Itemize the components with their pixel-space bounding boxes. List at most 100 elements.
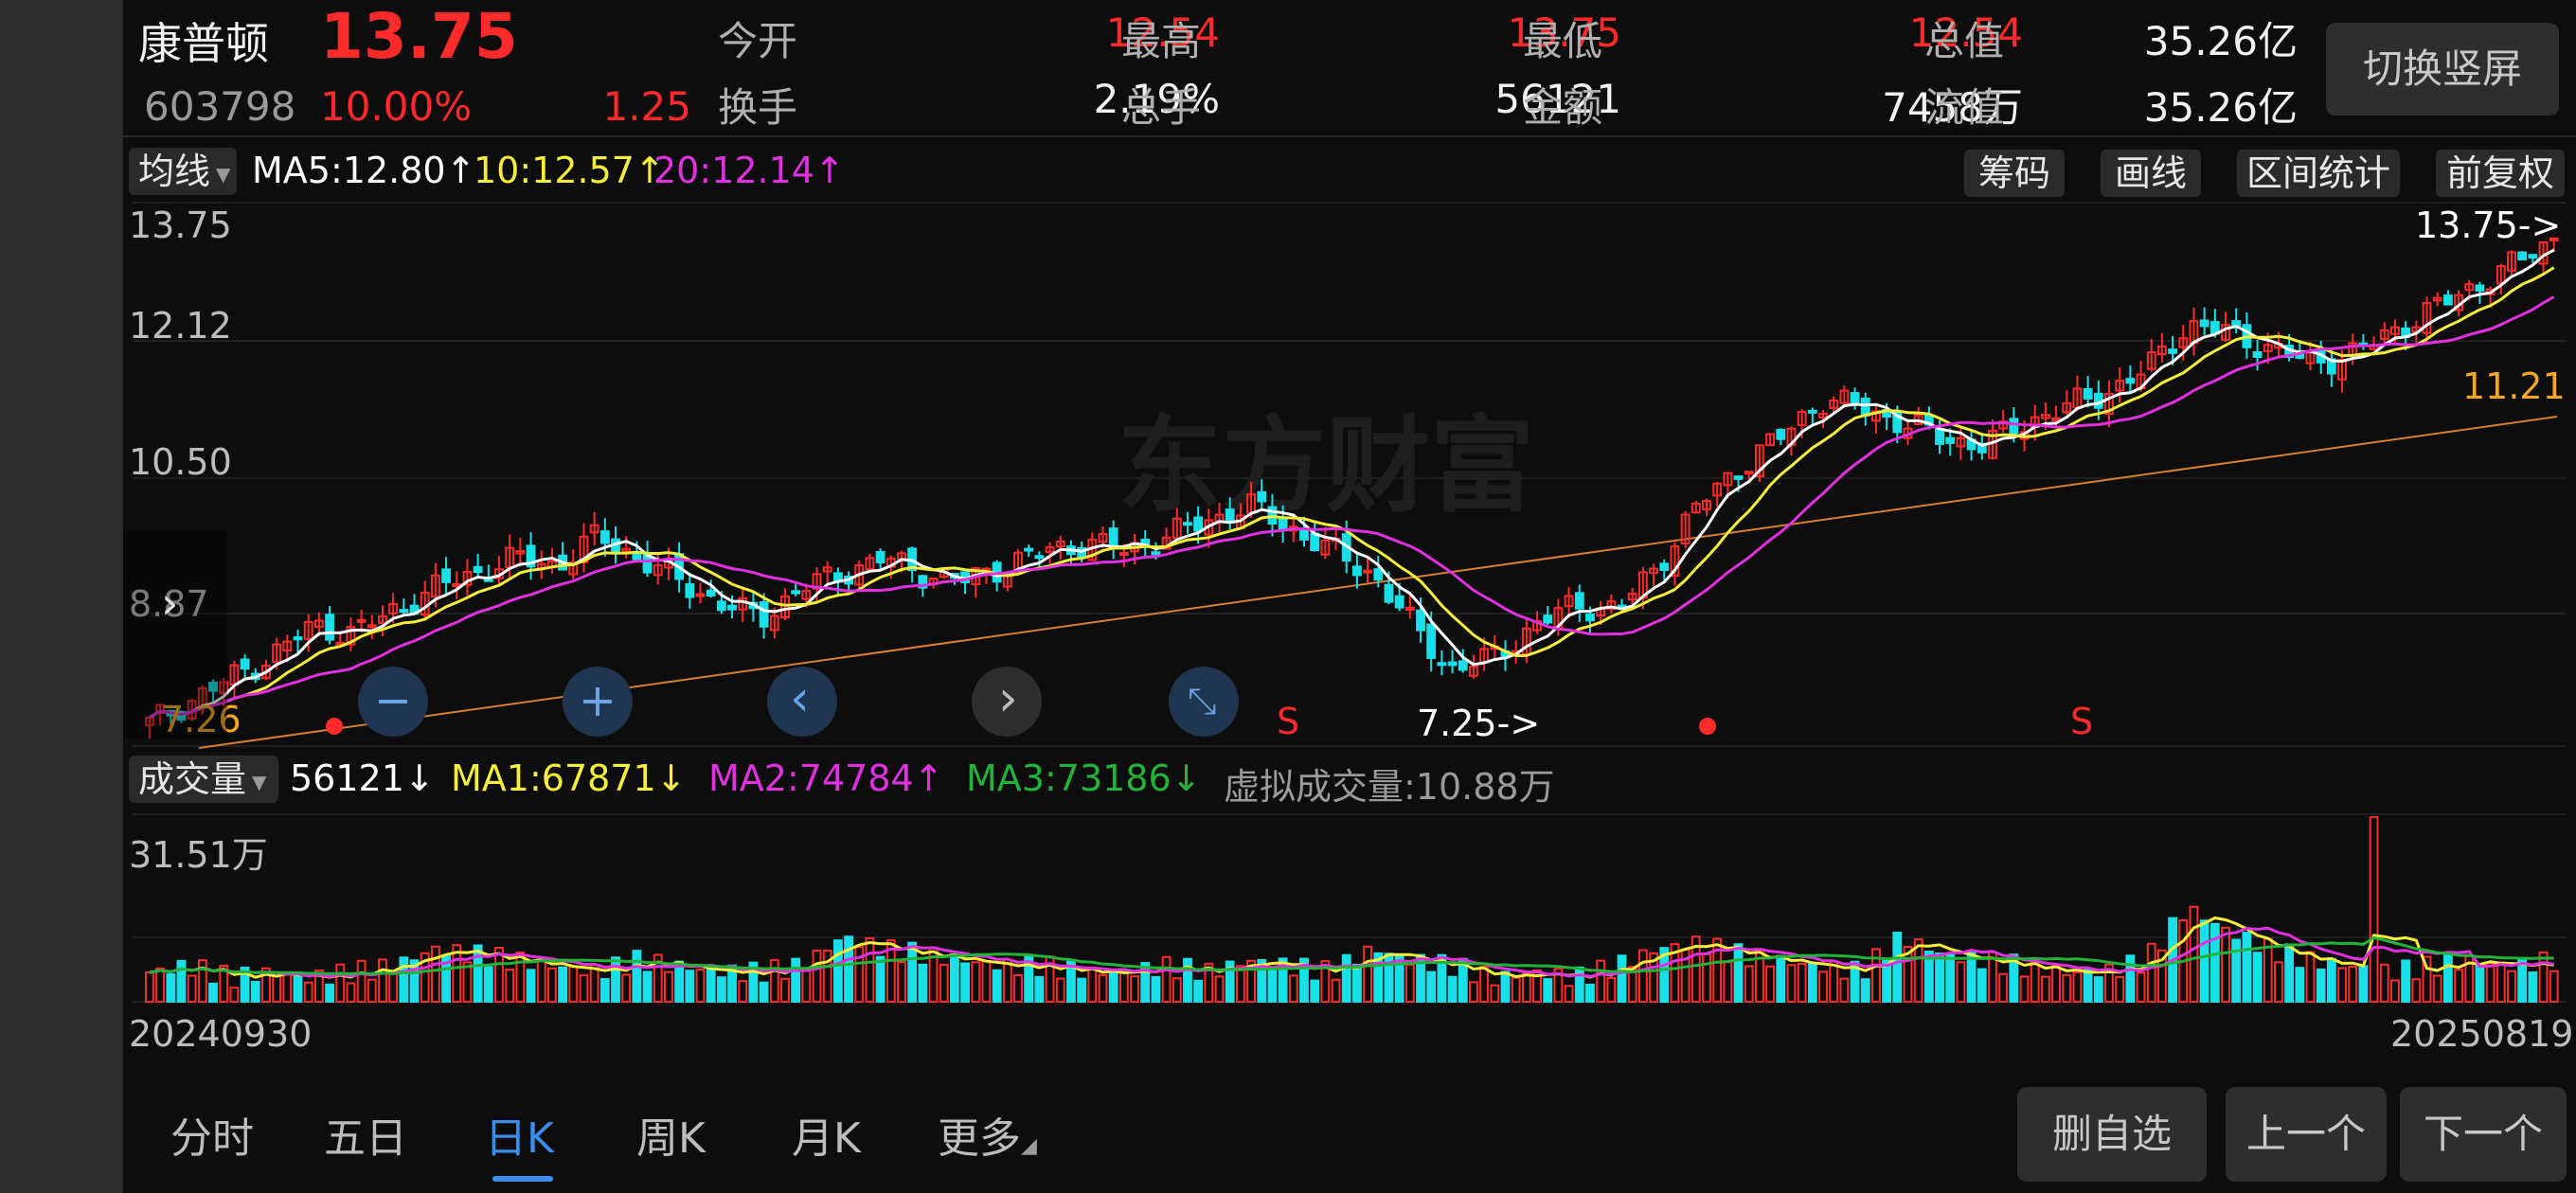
sell-marker: S bbox=[1277, 701, 1300, 742]
volume-bar bbox=[176, 959, 187, 1003]
date-start-label: 20240930 bbox=[129, 1013, 313, 1055]
volume-bar bbox=[1118, 969, 1129, 1003]
volume-bar bbox=[367, 978, 377, 1003]
candle-body bbox=[1574, 592, 1584, 610]
volume-bar bbox=[1426, 970, 1437, 1004]
candle-body bbox=[1860, 398, 1870, 417]
tab-more[interactable]: 更多◢ bbox=[938, 1104, 1037, 1165]
volume-dropdown-label: 成交量 bbox=[138, 758, 247, 800]
volume-bar bbox=[716, 976, 726, 1003]
volume-bar bbox=[526, 969, 536, 1004]
volume-bar bbox=[2432, 974, 2442, 1003]
tab-intraday[interactable]: 分时 bbox=[170, 1104, 254, 1165]
scroll-right-button[interactable]: › bbox=[972, 667, 1042, 737]
volume-bar bbox=[589, 964, 599, 1004]
candle-body bbox=[367, 624, 377, 629]
volume-bar bbox=[2549, 970, 2559, 1004]
volume-bar bbox=[1363, 945, 1373, 1003]
volume-bar bbox=[1818, 970, 1828, 1004]
volume-bar bbox=[536, 958, 546, 1003]
collapse-button[interactable]: ⤡ bbox=[1169, 667, 1239, 737]
volume-bar bbox=[1702, 953, 1711, 1003]
left-panel-handle[interactable]: › bbox=[123, 530, 227, 739]
volume-bar bbox=[844, 935, 853, 1003]
volume-bars bbox=[145, 816, 2559, 1004]
volume-bar bbox=[250, 980, 260, 1004]
zoom-out-button[interactable] bbox=[358, 667, 428, 737]
remove-watchlist-button[interactable]: 删自选 bbox=[2017, 1087, 2207, 1182]
volume-bar bbox=[473, 944, 483, 1003]
previous-stock-button[interactable]: 上一个 bbox=[2226, 1087, 2387, 1182]
buy-dot bbox=[1699, 718, 1716, 735]
tab-daily-k[interactable]: 日K bbox=[485, 1104, 554, 1165]
candle-body bbox=[2252, 351, 2263, 358]
candle-body bbox=[1776, 428, 1786, 440]
volume-bar bbox=[1013, 974, 1023, 1003]
volume-bar bbox=[2199, 919, 2209, 1004]
volume-indicator-bar: 成交量 ▼ 56121↓ MA1:67871↓ MA2:74784↑ MA3:73… bbox=[123, 750, 2576, 809]
candle-body bbox=[1278, 517, 1288, 531]
volume-bar bbox=[2295, 967, 2305, 1003]
candle-body bbox=[1447, 661, 1458, 667]
volume-bar bbox=[897, 961, 906, 1003]
volume-bar bbox=[1490, 984, 1500, 1004]
tab-monthly-k[interactable]: 月K bbox=[792, 1104, 861, 1165]
arrow-up-icon: ↑ bbox=[913, 757, 944, 799]
candle-body bbox=[240, 658, 250, 670]
candle-body bbox=[1426, 623, 1437, 659]
candle-body bbox=[1850, 392, 1860, 406]
candle-body bbox=[1437, 662, 1447, 667]
next-stock-button[interactable]: 下一个 bbox=[2400, 1087, 2567, 1182]
volume-bar bbox=[642, 970, 653, 1003]
volume-bar bbox=[1404, 963, 1415, 1004]
volume-bar bbox=[1214, 975, 1225, 1003]
candle-body bbox=[293, 636, 303, 641]
y-label-max: 13.75 bbox=[129, 205, 232, 246]
buy-dot bbox=[326, 718, 343, 735]
scroll-left-button[interactable]: ‹ bbox=[767, 667, 837, 737]
candle-body bbox=[716, 600, 726, 612]
candle-body bbox=[1935, 428, 1944, 445]
candle-body bbox=[2199, 319, 2209, 328]
sell-marker: S bbox=[2070, 701, 2094, 742]
volume-bar bbox=[1776, 954, 1786, 1003]
virtual-volume: 虚拟成交量:10.88万 bbox=[1224, 766, 1555, 808]
volume-readout: 56121↓ bbox=[290, 757, 435, 799]
candle-body bbox=[1299, 528, 1309, 541]
volume-bar bbox=[1087, 966, 1098, 1004]
volume-bar bbox=[865, 936, 875, 1003]
volume-bar bbox=[505, 969, 515, 1003]
kline-chart[interactable]: 东方财富 bbox=[123, 0, 2576, 1079]
volume-bar bbox=[2189, 905, 2199, 1003]
caret-down-icon: ▼ bbox=[252, 770, 267, 793]
volume-bar bbox=[2496, 961, 2506, 1003]
tab-weekly-k[interactable]: 周K bbox=[636, 1104, 706, 1165]
volume-bar bbox=[2442, 954, 2453, 1004]
candle-body bbox=[632, 553, 642, 561]
arrow-down-icon: ↓ bbox=[655, 757, 687, 799]
volume-bar bbox=[282, 973, 293, 1003]
volume-bar bbox=[960, 962, 971, 1004]
candle-body bbox=[706, 589, 716, 597]
volume-bar bbox=[1034, 975, 1045, 1004]
volume-bar bbox=[2326, 957, 2336, 1004]
candle-body bbox=[2517, 251, 2528, 261]
volume-bar bbox=[2083, 969, 2093, 1003]
tab-five-day[interactable]: 五日 bbox=[324, 1104, 407, 1165]
volume-bar bbox=[547, 967, 557, 1004]
zoom-in-button[interactable] bbox=[563, 667, 633, 737]
volume-bar bbox=[1183, 957, 1192, 1004]
volume-bar bbox=[1331, 978, 1341, 1004]
volume-bar bbox=[2454, 969, 2463, 1003]
chevron-right-icon: › bbox=[161, 578, 179, 629]
volume-bar bbox=[2507, 970, 2516, 1003]
volume-bar bbox=[1945, 953, 1956, 1004]
volume-bar bbox=[1341, 953, 1351, 1003]
volume-bar bbox=[187, 974, 197, 1004]
candle-body bbox=[791, 590, 801, 595]
volume-bar bbox=[1447, 975, 1458, 1003]
volume-bar bbox=[2528, 970, 2538, 1003]
volume-dropdown[interactable]: 成交量 ▼ bbox=[129, 756, 278, 803]
volume-bar bbox=[2475, 963, 2485, 1004]
y-label-2: 12.12 bbox=[129, 305, 232, 347]
